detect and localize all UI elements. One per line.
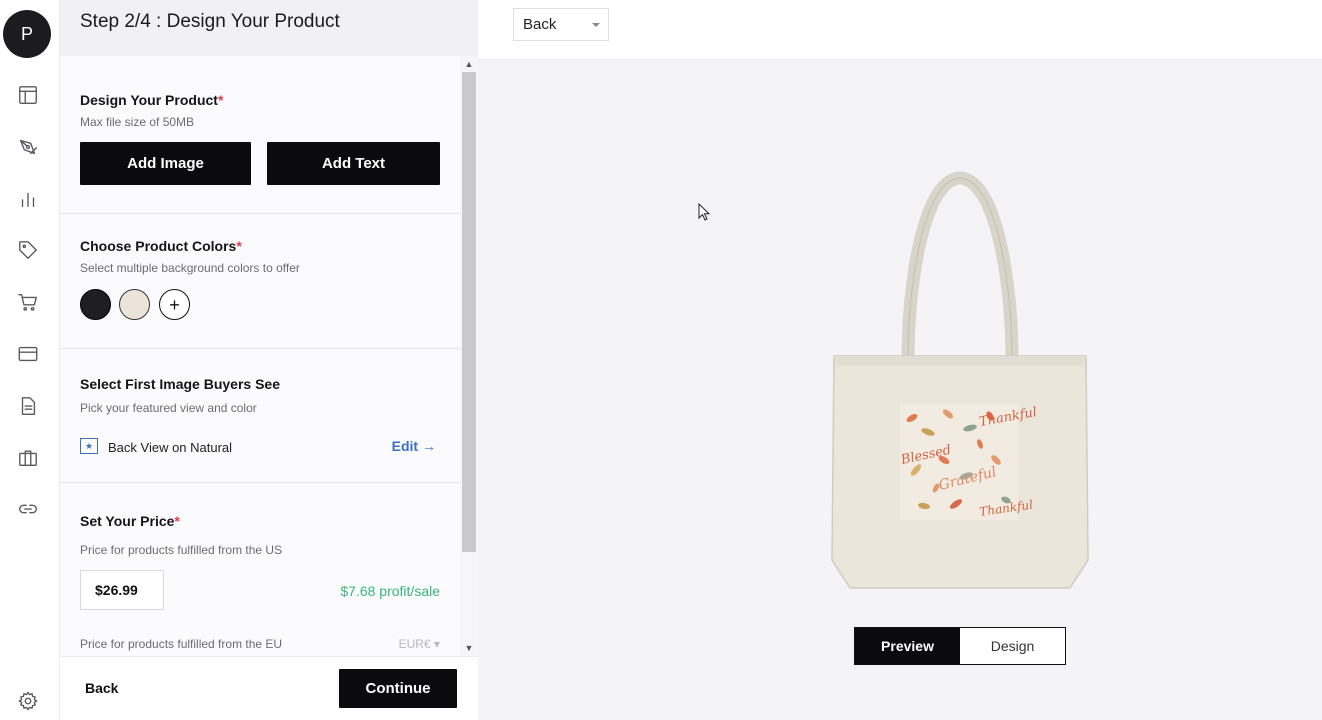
briefcase-icon[interactable] (14, 444, 42, 472)
plus-icon: + (169, 294, 180, 315)
preview-tab[interactable]: Preview (855, 628, 960, 664)
icon-rail: P (0, 0, 60, 720)
view-select-value: Back (523, 16, 557, 33)
avatar-letter: P (20, 23, 33, 44)
chevron-down-icon: ▾ (433, 637, 440, 651)
design-panel: Step 2/4 : Design Your Product Design Yo… (60, 0, 478, 720)
scroll-up-icon[interactable]: ▲ (463, 58, 475, 70)
eu-currency-select[interactable]: EUR€ ▾ (399, 637, 440, 651)
cart-icon[interactable] (14, 288, 42, 316)
colors-section-title: Choose Product Colors* (80, 238, 242, 254)
design-tab[interactable]: Design (960, 628, 1065, 664)
chevron-down-icon (592, 23, 600, 27)
tote-bag-image: Thankful Blessed Grateful Thankful (831, 171, 1089, 589)
link-icon[interactable] (14, 495, 42, 523)
add-image-button[interactable]: Add Image (80, 142, 251, 185)
featured-section-title: Select First Image Buyers See (80, 376, 280, 392)
tag-icon[interactable] (14, 236, 42, 264)
panel-header: Step 2/4 : Design Your Product (60, 0, 478, 56)
panel-scrollbar[interactable]: ▲ ▼ (460, 56, 478, 656)
featured-image-section: Select First Image Buyers See Pick your … (60, 349, 460, 483)
design-section: Design Your Product* Max file size of 50… (60, 56, 460, 214)
preview-design-toggle: Preview Design (854, 627, 1066, 665)
dashboard-icon[interactable] (14, 81, 42, 109)
eu-price-label: Price for products fulfilled from the EU (80, 637, 283, 651)
add-color-button[interactable]: + (159, 289, 190, 320)
page-title: Step 2/4 : Design Your Product (80, 11, 340, 32)
price-section: Set Your Price* Price for products fulfi… (60, 483, 460, 656)
card-icon[interactable] (14, 340, 42, 368)
document-icon[interactable] (14, 392, 42, 420)
avatar[interactable]: P (3, 10, 51, 58)
preview-topbar: Back (478, 0, 1322, 60)
panel-scroll-area[interactable]: Design Your Product* Max file size of 50… (60, 56, 478, 656)
colors-section: Choose Product Colors* Select multiple b… (60, 214, 460, 349)
design-section-subtitle: Max file size of 50MB (80, 115, 195, 129)
settings-icon[interactable] (14, 687, 42, 715)
price-section-title: Set Your Price* (80, 513, 180, 529)
view-select[interactable]: Back (513, 8, 609, 41)
color-swatch-black[interactable] (80, 289, 111, 320)
mouse-cursor-icon (698, 203, 711, 221)
us-price-label: Price for products fulfilled from the US (80, 543, 283, 557)
scroll-down-icon[interactable]: ▼ (463, 642, 475, 654)
design-pen-icon[interactable] (14, 133, 42, 161)
edit-featured-link[interactable]: Edit → (392, 438, 436, 454)
add-text-button[interactable]: Add Text (267, 142, 440, 185)
profit-label: $7.68 profit/sale (340, 583, 440, 599)
featured-section-subtitle: Pick your featured view and color (80, 401, 257, 415)
scroll-thumb[interactable] (462, 72, 476, 552)
analytics-icon[interactable] (14, 185, 42, 213)
color-swatch-natural[interactable] (119, 289, 150, 320)
colors-section-subtitle: Select multiple background colors to off… (80, 261, 300, 275)
panel-footer: Back Continue (60, 656, 478, 720)
featured-view-label: Back View on Natural (108, 440, 233, 455)
design-section-title: Design Your Product* (80, 92, 224, 108)
star-icon: ★ (80, 438, 98, 454)
us-price-input[interactable]: $26.99 (80, 570, 164, 610)
continue-button[interactable]: Continue (339, 669, 457, 708)
back-button[interactable]: Back (85, 680, 118, 696)
